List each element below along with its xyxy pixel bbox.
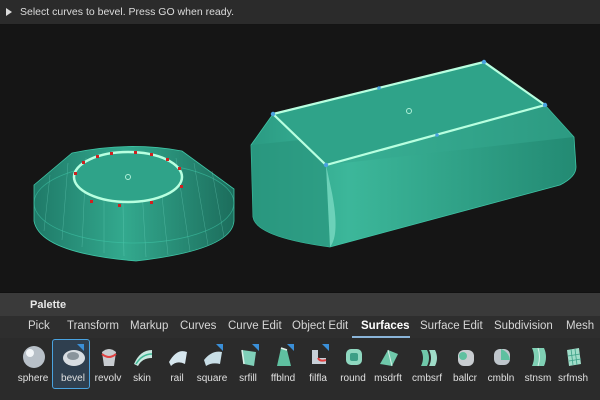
- sphere-icon: [23, 346, 45, 368]
- prompt-text: Select curves to bevel. Press GO when re…: [20, 6, 234, 18]
- tool-stnsm[interactable]: stnsm: [518, 342, 558, 398]
- modeling-viewport[interactable]: [0, 25, 600, 292]
- prompt-expand-icon[interactable]: [6, 8, 12, 16]
- tool-srfill[interactable]: srfill: [228, 342, 268, 398]
- tool-cmbsrf[interactable]: cmbsrf: [407, 342, 447, 398]
- tool-bevel[interactable]: bevel: [52, 339, 93, 398]
- prompt-line: Select curves to bevel. Press GO when re…: [0, 0, 600, 25]
- revolve-icon: [101, 349, 117, 366]
- tool-srfmsh[interactable]: srfmsh: [553, 342, 593, 398]
- tab-pick[interactable]: Pick: [28, 320, 50, 332]
- palette-title: Palette: [30, 299, 67, 311]
- tool-skin[interactable]: skin: [122, 342, 162, 398]
- tool-msdrft[interactable]: msdrft: [368, 342, 408, 398]
- multi-surface-draft-icon: [380, 349, 398, 367]
- surface-mesh-icon: [567, 348, 582, 366]
- combine-surface-icon: [421, 350, 437, 366]
- bevel-icon: [63, 350, 85, 366]
- square-icon: [204, 351, 222, 366]
- tab-curves[interactable]: Curves: [180, 320, 216, 332]
- stitch-smooth-icon: [532, 347, 546, 367]
- skin-icon: [134, 350, 153, 366]
- tab-surfaces[interactable]: Surfaces: [361, 320, 410, 332]
- freeform-blend-icon: [277, 347, 291, 366]
- tool-filfla[interactable]: filfla: [298, 342, 338, 398]
- tool-ffblnd[interactable]: ffblnd: [263, 342, 303, 398]
- rail-icon: [169, 351, 187, 366]
- palette-panel: Palette Pick Transform Markup Curves Cur…: [0, 292, 600, 400]
- tool-shelf: sphere bevel revolv skin rail square srf…: [0, 339, 600, 400]
- tab-subdivision[interactable]: Subdivision: [494, 320, 553, 332]
- beveled-cylinder[interactable]: [33, 146, 235, 262]
- tool-sphere[interactable]: sphere: [13, 342, 53, 398]
- tab-markup[interactable]: Markup: [130, 320, 168, 332]
- tool-round[interactable]: round: [333, 342, 373, 398]
- tab-object-edit[interactable]: Object Edit: [292, 320, 348, 332]
- palette-tabs: Pick Transform Markup Curves Curve Edit …: [0, 316, 600, 338]
- tab-mesh[interactable]: Mesh: [566, 320, 594, 332]
- tab-curve-edit[interactable]: Curve Edit: [228, 320, 282, 332]
- tool-rail[interactable]: rail: [157, 342, 197, 398]
- ball-corner-icon: [458, 350, 474, 366]
- combine-blend-icon: [494, 349, 510, 365]
- palette-title-bar[interactable]: Palette: [0, 292, 600, 317]
- beveled-box[interactable]: [250, 59, 577, 248]
- tool-square[interactable]: square: [192, 342, 232, 398]
- active-tab-indicator: [352, 336, 410, 338]
- round-icon: [346, 349, 362, 365]
- fillet-flange-icon: [312, 350, 327, 364]
- tool-ballcr[interactable]: ballcr: [445, 342, 485, 398]
- tab-transform[interactable]: Transform: [67, 320, 119, 332]
- surface-fill-icon: [241, 349, 256, 366]
- tool-cmbln[interactable]: cmbln: [481, 342, 521, 398]
- tab-surface-edit[interactable]: Surface Edit: [420, 320, 483, 332]
- tool-label: srfmsh: [558, 373, 588, 384]
